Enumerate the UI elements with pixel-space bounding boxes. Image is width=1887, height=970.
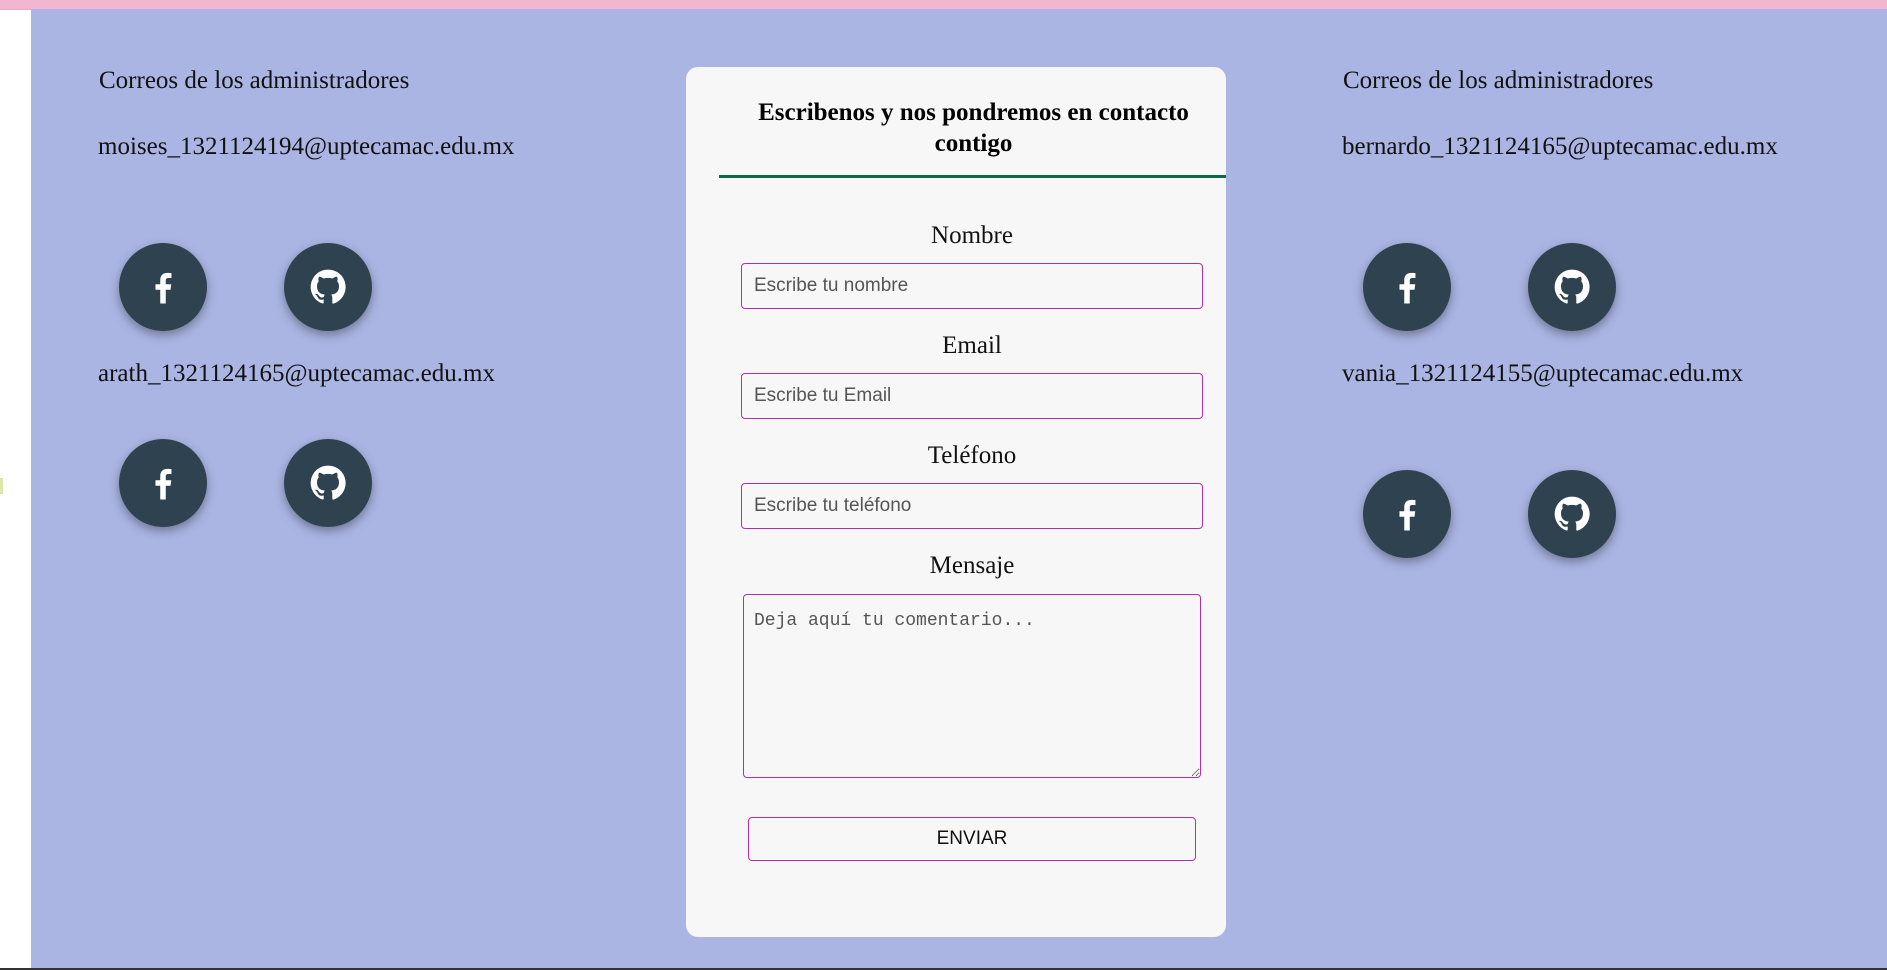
name-input[interactable] [741,263,1203,309]
facebook-icon [155,468,172,500]
contact-form-card: Escribenos y nos pondremos en contacto c… [686,67,1226,937]
github-button[interactable] [1528,470,1616,558]
facebook-button[interactable] [119,243,207,331]
form-title: Escribenos y nos pondremos en contacto c… [758,99,1189,157]
phone-label: Teléfono [927,442,1017,469]
github-button[interactable] [284,243,372,331]
github-icon [310,465,346,500]
phone-input[interactable] [741,483,1203,529]
admin-email: moises_1321124194@uptecamac.edu.mx [98,133,515,160]
contact-page: Correos de los administradores moises_13… [31,9,1887,968]
title-divider [719,175,1226,178]
github-button[interactable] [284,439,372,527]
github-icon [1554,496,1590,531]
admin-email: vania_1321124155@uptecamac.edu.mx [1342,360,1744,387]
facebook-icon [1399,272,1416,304]
name-label: Nombre [931,222,1013,249]
facebook-button[interactable] [119,439,207,527]
email-input[interactable] [741,373,1203,419]
facebook-button[interactable] [1363,470,1451,558]
admin-email: bernardo_1321124165@uptecamac.edu.mx [1342,133,1778,160]
edge-marker [0,478,3,494]
admin-email: arath_1321124165@uptecamac.edu.mx [98,360,495,387]
send-button[interactable]: ENVIAR [748,817,1196,861]
email-label: Email [942,332,1002,359]
message-label: Mensaje [929,552,1015,579]
github-icon [310,269,346,304]
github-button[interactable] [1528,243,1616,331]
admin-panel-title: Correos de los administradores [1343,67,1654,94]
admin-panel-title: Correos de los administradores [99,67,410,94]
github-icon [1554,269,1590,304]
message-textarea[interactable] [743,594,1201,778]
facebook-icon [155,272,172,304]
facebook-button[interactable] [1363,243,1451,331]
facebook-icon [1399,499,1416,531]
